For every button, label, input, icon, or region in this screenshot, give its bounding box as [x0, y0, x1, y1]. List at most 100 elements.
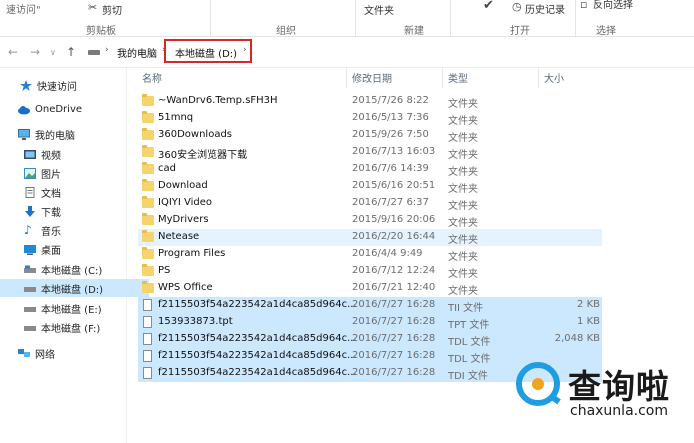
back-arrow-icon[interactable]: ←: [8, 45, 18, 59]
copy-path-label[interactable]: 速访问": [6, 1, 41, 16]
sidebar-item-quick-access[interactable]: 快速访问: [0, 76, 145, 94]
file-row[interactable]: ~WanDrv6.Temp.sFH3H 2015/7/26 8:22 文件夹: [138, 93, 602, 110]
sidebar-item-desktop[interactable]: 桌面: [0, 240, 149, 258]
file-row[interactable]: MyDrivers 2015/9/16 20:06 文件夹: [138, 212, 602, 229]
computer-icon: [18, 128, 30, 140]
file-row[interactable]: Program Files 2016/4/4 9:49 文件夹: [138, 246, 602, 263]
sidebar-item-music[interactable]: ♪ 音乐: [0, 221, 149, 239]
file-modified: 2016/2/20 16:44: [352, 231, 436, 242]
sidebar-item-drive-c[interactable]: 本地磁盘 (C:): [0, 260, 149, 278]
history-icon: ◷: [512, 0, 522, 13]
invert-selection-icon: ▫: [580, 0, 588, 11]
sidebar-item-label: 快速访问: [37, 81, 77, 93]
sidebar-item-documents[interactable]: 文档: [0, 183, 149, 201]
file-icon: [143, 333, 152, 345]
file-modified: 2016/7/27 16:28: [352, 333, 436, 344]
drive-icon: [88, 50, 100, 55]
folder-icon: [142, 94, 154, 106]
breadcrumb-my-computer[interactable]: 我的电脑: [117, 45, 157, 60]
folder-icon: [142, 247, 154, 259]
scissors-icon: ✂: [88, 1, 98, 14]
folder-icon: [142, 128, 154, 140]
breadcrumb-separator[interactable]: ›: [105, 45, 109, 55]
recent-dropdown-icon[interactable]: ∨: [50, 48, 56, 57]
breadcrumb-drive-d[interactable]: 本地磁盘 (D:): [175, 45, 237, 60]
file-icon: [143, 350, 152, 362]
history-button[interactable]: 历史记录: [525, 1, 565, 16]
up-arrow-icon[interactable]: ↑: [66, 45, 76, 59]
new-folder-button[interactable]: 文件夹: [364, 2, 394, 17]
invert-selection-button[interactable]: 反向选择: [593, 0, 633, 11]
file-modified: 2016/7/27 6:37: [352, 197, 429, 208]
file-type: 文件夹: [448, 150, 478, 161]
file-size: 2 KB: [577, 299, 600, 310]
file-row[interactable]: WPS Office 2016/7/21 12:40 文件夹: [138, 280, 602, 297]
folder-icon: [142, 196, 154, 208]
picture-icon: [24, 167, 36, 179]
file-name: f2115503f54a223542a1d4ca85d964c...: [158, 350, 357, 361]
sidebar-item-onedrive[interactable]: OneDrive: [0, 100, 143, 118]
file-row[interactable]: f2115503f54a223542a1d4ca85d964c... 2016/…: [138, 297, 602, 314]
breadcrumb-separator[interactable]: ›: [243, 45, 247, 55]
document-icon: [24, 186, 36, 198]
column-header-size[interactable]: 大小: [544, 70, 564, 85]
folder-icon: [142, 281, 154, 293]
file-row[interactable]: PS 2016/7/12 12:24 文件夹: [138, 263, 602, 280]
column-divider[interactable]: [538, 68, 539, 88]
file-type: 文件夹: [448, 201, 478, 212]
file-size: 1 KB: [577, 316, 600, 327]
file-name: 153933873.tpt: [158, 316, 233, 327]
file-name: IQIYI Video: [158, 197, 213, 208]
file-name: 360Downloads: [158, 129, 233, 140]
sidebar-item-label: 下载: [41, 207, 61, 219]
sidebar-item-network[interactable]: 网络: [0, 344, 143, 362]
folder-icon: [142, 162, 154, 174]
file-modified: 2015/9/26 7:50: [352, 129, 429, 140]
sidebar-item-label: 文档: [41, 188, 61, 200]
file-row[interactable]: IQIYI Video 2016/7/27 6:37 文件夹: [138, 195, 602, 212]
file-row[interactable]: cad 2016/7/6 14:39 文件夹: [138, 161, 602, 178]
file-row[interactable]: 360Downloads 2015/9/26 7:50 文件夹: [138, 127, 602, 144]
column-divider[interactable]: [346, 68, 347, 88]
file-modified: 2016/7/27 16:28: [352, 350, 436, 361]
address-bar: ← → ∨ ↑ › 我的电脑 › 本地磁盘 (D:) ›: [0, 37, 694, 68]
organize-group-label: 组织: [276, 26, 296, 37]
file-row[interactable]: 51mnq 2016/5/13 7:36 文件夹: [138, 110, 602, 127]
sidebar-item-videos[interactable]: 视频: [0, 145, 149, 163]
drive-icon: [24, 322, 36, 333]
file-name: Download: [158, 180, 208, 191]
sidebar-item-label: OneDrive: [35, 103, 83, 115]
file-modified: 2016/7/12 12:24: [352, 265, 436, 276]
watermark-logo: 查询啦 chaxunla.com: [512, 356, 694, 443]
column-header-name[interactable]: 名称: [142, 70, 162, 85]
cut-button[interactable]: 剪切: [102, 2, 122, 17]
ribbon-divider: [575, 0, 576, 36]
column-header-modified[interactable]: 修改日期: [352, 70, 392, 85]
sidebar-item-label: 桌面: [41, 245, 61, 257]
cloud-icon: [18, 104, 30, 115]
file-row[interactable]: Netease 2016/2/20 16:44 文件夹: [138, 229, 602, 246]
file-size: 2,048 KB: [554, 333, 600, 344]
sidebar-item-label: 本地磁盘 (C:): [41, 265, 103, 277]
sidebar-item-drive-e[interactable]: 本地磁盘 (E:): [0, 299, 149, 317]
sidebar-item-pictures[interactable]: 图片: [0, 164, 149, 182]
forward-arrow-icon[interactable]: →: [30, 45, 40, 59]
file-row[interactable]: 360安全浏览器下载 2016/7/13 16:03 文件夹: [138, 144, 602, 161]
file-row[interactable]: Download 2015/6/16 20:51 文件夹: [138, 178, 602, 195]
file-row[interactable]: 153933873.tpt 2016/7/27 16:28 TPT 文件 1 K…: [138, 314, 602, 331]
column-divider[interactable]: [442, 68, 443, 88]
sidebar-item-my-computer[interactable]: 我的电脑: [0, 125, 143, 143]
column-header-type[interactable]: 类型: [448, 70, 468, 85]
drive-icon: [24, 283, 36, 294]
sidebar-item-drive-f[interactable]: 本地磁盘 (F:): [0, 318, 149, 336]
file-name: f2115503f54a223542a1d4ca85d964c...: [158, 333, 357, 344]
properties-icon[interactable]: ✔: [483, 0, 494, 13]
sidebar-item-label: 网络: [35, 349, 55, 361]
sidebar-item-downloads[interactable]: 下载: [0, 202, 149, 220]
file-icon: [143, 316, 152, 328]
navigation-pane: 快速访问 OneDrive 我的电脑 视频 图片 文档 下载 ♪ 音乐 桌面 本…: [0, 68, 149, 443]
file-row[interactable]: f2115503f54a223542a1d4ca85d964c... 2016/…: [138, 331, 602, 348]
folder-icon: [142, 264, 154, 276]
sidebar-item-drive-d[interactable]: 本地磁盘 (D:): [0, 279, 149, 297]
folder-icon: [142, 213, 154, 225]
